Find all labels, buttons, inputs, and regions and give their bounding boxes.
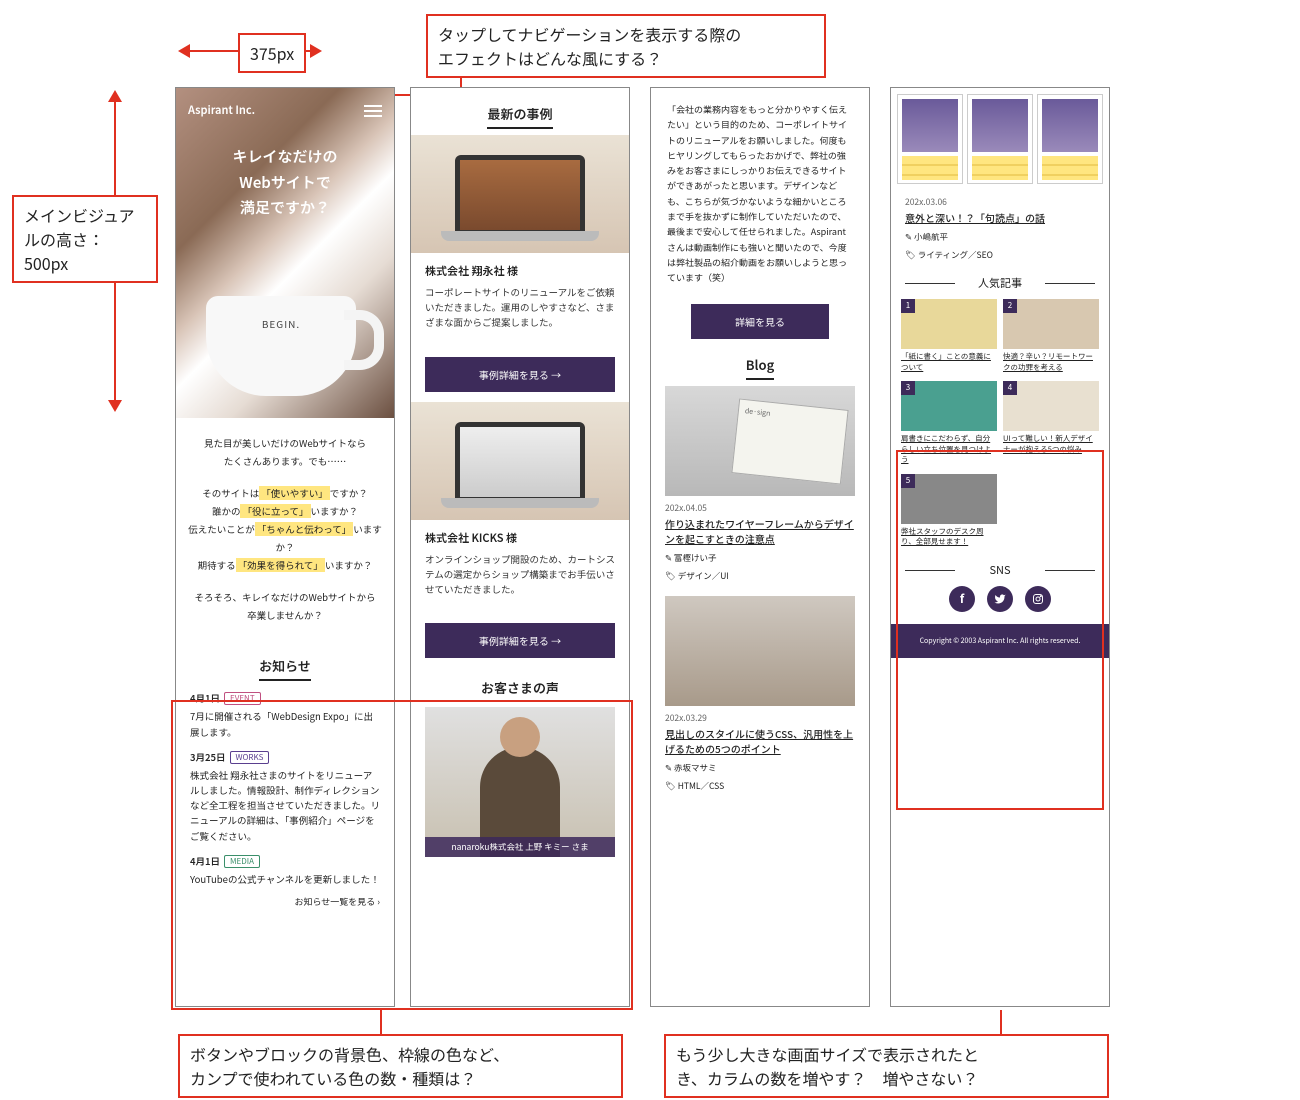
blog-wireframe-images: [891, 88, 1109, 190]
anno-columns: もう少し大きな画面サイズで表示されたと き、カラムの数を増やす？ 増やさない？: [664, 1034, 1109, 1098]
popular-heading: 人気記事: [891, 275, 1109, 291]
case-detail-button[interactable]: 事例詳細を見る →: [425, 623, 615, 658]
hamburger-icon[interactable]: [364, 102, 382, 120]
tag-icon: HTML／CSS: [665, 780, 724, 792]
blog-image: de·sign: [665, 386, 855, 496]
news-more-link[interactable]: お知らせ一覧を見る ›: [190, 895, 380, 908]
anno-colors: ボタンやブロックの背景色、枠線の色など、 カンプで使われている色の数・種類は？: [178, 1034, 623, 1098]
instagram-icon[interactable]: [1025, 586, 1051, 612]
case-image-1: [411, 135, 629, 253]
hero-headline: キレイなだけの Webサイトで 満足ですか？: [188, 144, 382, 221]
news-item: 3月25日WORKS株式会社 翔永社さまのサイトをリニューアルしました。情報設計…: [190, 750, 380, 844]
cases-heading: 最新の事例: [411, 104, 629, 129]
news-list: 4月1日EVENT7月に開催される「WebDesign Expo」に出展します。…: [176, 691, 394, 922]
mobile-frame-4: 202x.03.06 意外と深い！？「句読点」の話 小嶋航平 ライティング／SE…: [890, 87, 1110, 1007]
logo: Aspirant Inc.: [188, 102, 382, 118]
popular-item[interactable]: 5弊社スタッフのデスク周り、全部見せます！: [901, 474, 997, 548]
news-item: 4月1日EVENT7月に開催される「WebDesign Expo」に出展します。: [190, 691, 380, 739]
case-desc: コーポレートサイトのリニューアルをご依頼いただきました。運用のしやすさなど、さま…: [425, 285, 615, 331]
pen-icon: 赤坂マサミ: [665, 762, 717, 774]
testimonial-detail-button[interactable]: 詳細を見る: [691, 304, 829, 339]
blog-heading: Blog: [651, 355, 869, 380]
blog-item[interactable]: 202x.03.29 見出しのスタイルに使うCSS、汎用性を上げるための5つのポ…: [651, 596, 869, 806]
mobile-frame-2: 最新の事例 株式会社 翔永社 様 コーポレートサイトのリニューアルをご依頼いただ…: [410, 87, 630, 1007]
mobile-frame-1: Aspirant Inc. キレイなだけの Webサイトで 満足ですか？ BEG…: [175, 87, 395, 1007]
twitter-icon[interactable]: [987, 586, 1013, 612]
footer-copyright: Copyright © 2003 Aspirant Inc. All right…: [891, 624, 1109, 658]
anno-nav-effect: タップしてナビゲーションを表示する際の エフェクトはどんな風にする？: [426, 14, 826, 78]
case-title: 株式会社 KICKS 様: [425, 530, 615, 546]
popular-grid: 1「紙に書く」ことの意義について2快適？辛い？リモートワークの功罪を考える3肩書…: [891, 299, 1109, 548]
tag-icon: デザイン／UI: [665, 570, 729, 582]
voice-caption: nanaroku株式会社 上野 キミー さま: [425, 837, 615, 857]
blog-image: [665, 596, 855, 706]
anno-hero-height: メインビジュアルの高さ：500px: [12, 195, 158, 283]
mobile-frame-3: 「会社の業務内容をもっと分かりやすく伝えたい」という目的のため、コーポレイトサイ…: [650, 87, 870, 1007]
testimonial-body: 「会社の業務内容をもっと分かりやすく伝えたい」という目的のため、コーポレイトサイ…: [651, 88, 869, 300]
popular-item[interactable]: 4UIって難しい！新人デザイナーが抱える5つの悩み: [1003, 381, 1099, 466]
voice-heading: お客さまの声: [411, 678, 629, 697]
case-desc: オンラインショップ開設のため、カートシステムの選定からショップ構築までお手伝いさ…: [425, 552, 615, 598]
case-image-2: [411, 402, 629, 520]
popular-item[interactable]: 2快適？辛い？リモートワークの功罪を考える: [1003, 299, 1099, 373]
sns-icons: f: [891, 586, 1109, 612]
popular-item[interactable]: 3肩書きにこだわらず、自分らしい立ち位置を見つけよう: [901, 381, 997, 466]
case-detail-button[interactable]: 事例詳細を見る →: [425, 357, 615, 392]
intro-copy: 見た目が美しいだけのWebサイトならたくさんあります。でも…… そのサイトは「使…: [176, 418, 394, 640]
hero-cup-image: BEGIN.: [206, 296, 356, 396]
blog-item[interactable]: de·sign 202x.04.05 作り込まれたワイヤーフレームからデザインを…: [651, 386, 869, 596]
case-title: 株式会社 翔永社 様: [425, 263, 615, 279]
sns-heading: SNS: [891, 562, 1109, 578]
pen-icon: 小嶋航平: [905, 231, 948, 243]
news-heading: お知らせ: [176, 656, 394, 681]
popular-item[interactable]: 1「紙に書く」ことの意義について: [901, 299, 997, 373]
pen-icon: 富樫けい子: [665, 552, 717, 564]
hero: Aspirant Inc. キレイなだけの Webサイトで 満足ですか？ BEG…: [176, 88, 394, 418]
voice-image: nanaroku株式会社 上野 キミー さま: [425, 707, 615, 857]
width-label: 375px: [238, 33, 306, 73]
tag-icon: ライティング／SEO: [905, 249, 993, 261]
news-item: 4月1日MEDIAYouTubeの公式チャンネルを更新しました！: [190, 854, 380, 887]
facebook-icon[interactable]: f: [949, 586, 975, 612]
